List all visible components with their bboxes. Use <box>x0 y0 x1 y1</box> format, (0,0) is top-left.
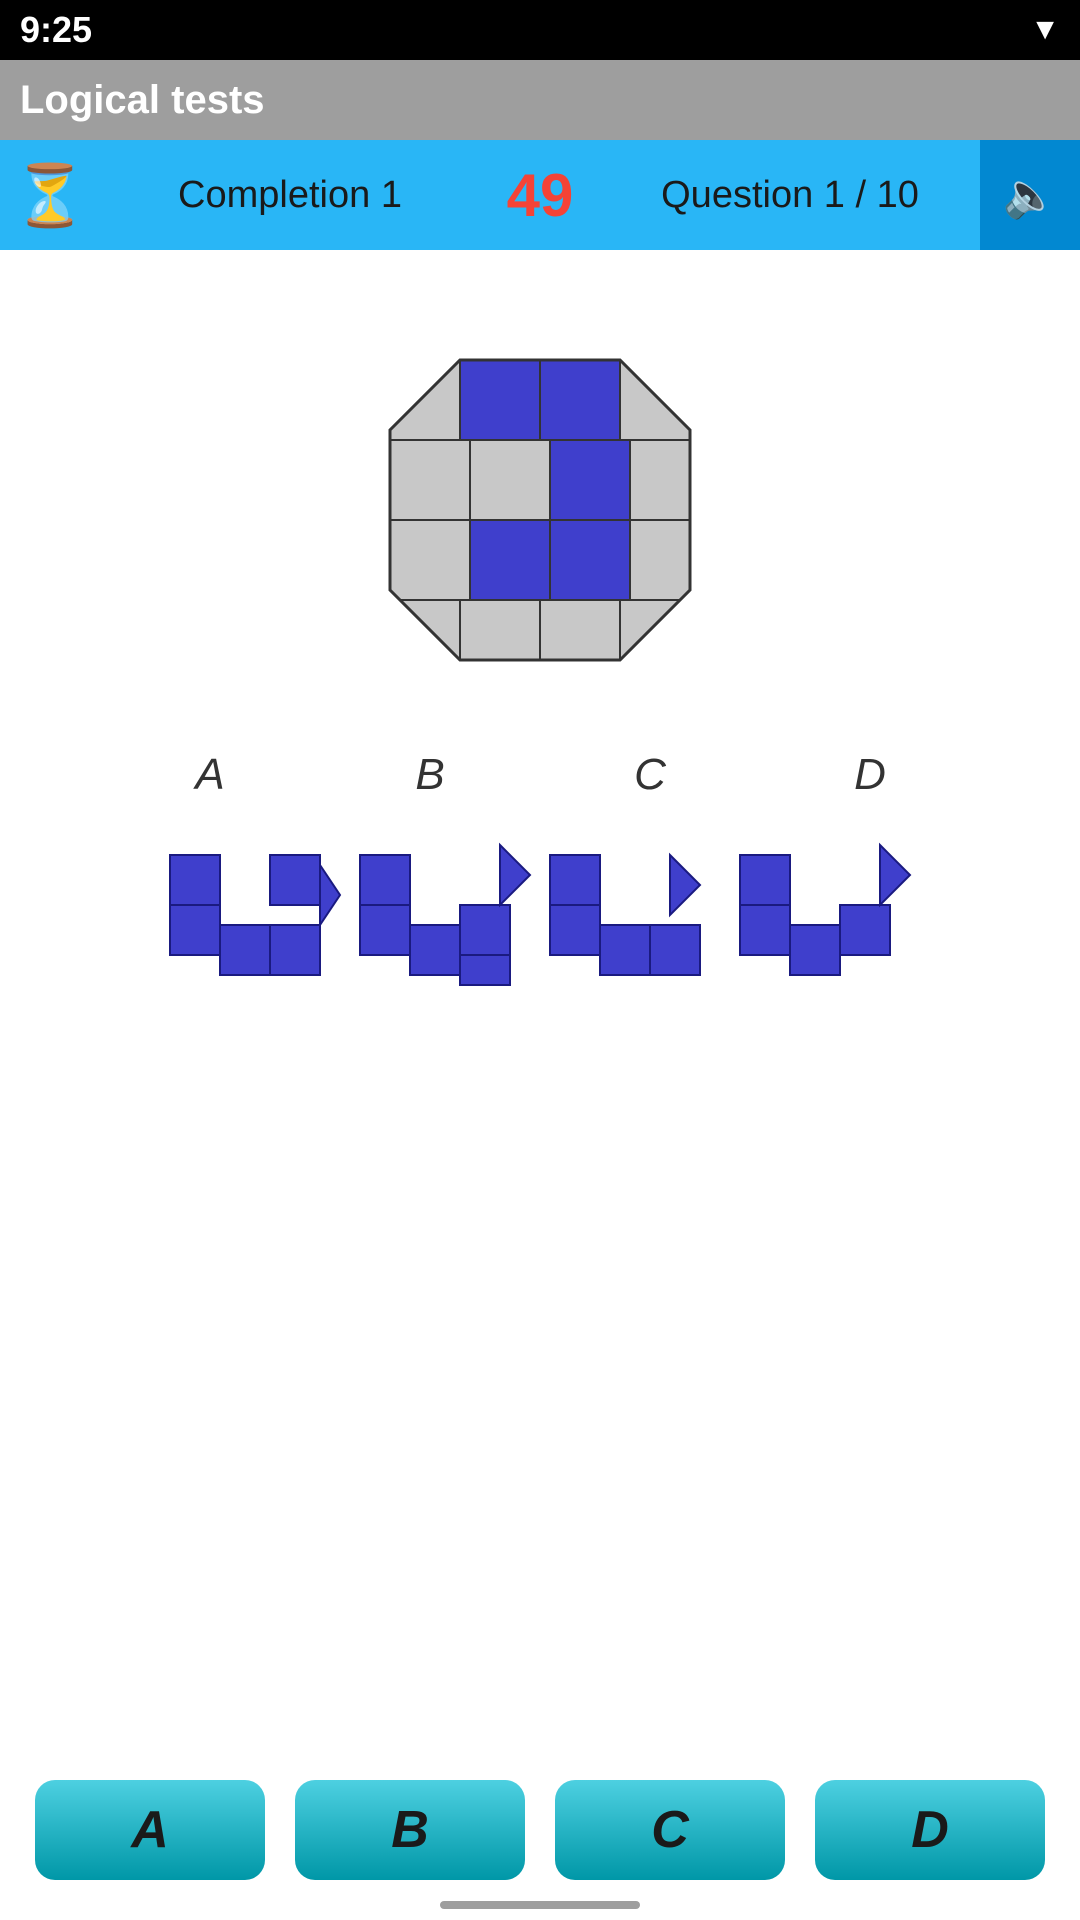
header-bar: ⏳ Completion 1 49 Question 1 / 10 🔈 <box>0 140 1080 250</box>
nav-indicator <box>440 1901 640 1909</box>
main-content: A B C D <box>0 250 1080 1010</box>
option-label-a: A <box>100 750 320 800</box>
hourglass-icon: ⏳ <box>0 140 100 250</box>
app-title: Logical tests <box>20 78 265 123</box>
option-label-d: D <box>760 750 980 800</box>
option-d-image <box>730 820 920 1010</box>
option-b[interactable] <box>350 820 540 1010</box>
nav-bar <box>0 1890 1080 1920</box>
bottom-buttons: A B C D <box>0 1780 1080 1880</box>
sound-button[interactable]: 🔈 <box>980 140 1080 250</box>
answer-button-d[interactable]: D <box>815 1780 1045 1880</box>
option-b-image <box>350 820 540 1010</box>
wifi-icon: ▼ <box>1030 13 1060 47</box>
option-c[interactable] <box>540 820 730 1010</box>
option-c-image <box>540 820 730 1010</box>
answer-button-a[interactable]: A <box>35 1780 265 1880</box>
question-label: Question 1 / 10 <box>600 174 980 217</box>
status-bar: 9:25 ▼ <box>0 0 1080 60</box>
app-bar: Logical tests <box>0 60 1080 140</box>
sound-icon: 🔈 <box>1003 169 1058 221</box>
timer-display: 49 <box>480 161 600 230</box>
options-images <box>160 820 920 1010</box>
option-a-image <box>160 820 350 1010</box>
answer-button-c[interactable]: C <box>555 1780 785 1880</box>
options-labels: A B C D <box>100 750 980 800</box>
puzzle-container <box>360 330 720 690</box>
completion-label: Completion 1 <box>100 174 480 217</box>
puzzle-svg <box>360 330 720 690</box>
option-label-c: C <box>540 750 760 800</box>
status-time: 9:25 <box>20 9 92 51</box>
option-label-b: B <box>320 750 540 800</box>
option-d[interactable] <box>730 820 920 1010</box>
status-icons: ▼ <box>1030 13 1060 47</box>
answer-button-b[interactable]: B <box>295 1780 525 1880</box>
option-a[interactable] <box>160 820 350 1010</box>
